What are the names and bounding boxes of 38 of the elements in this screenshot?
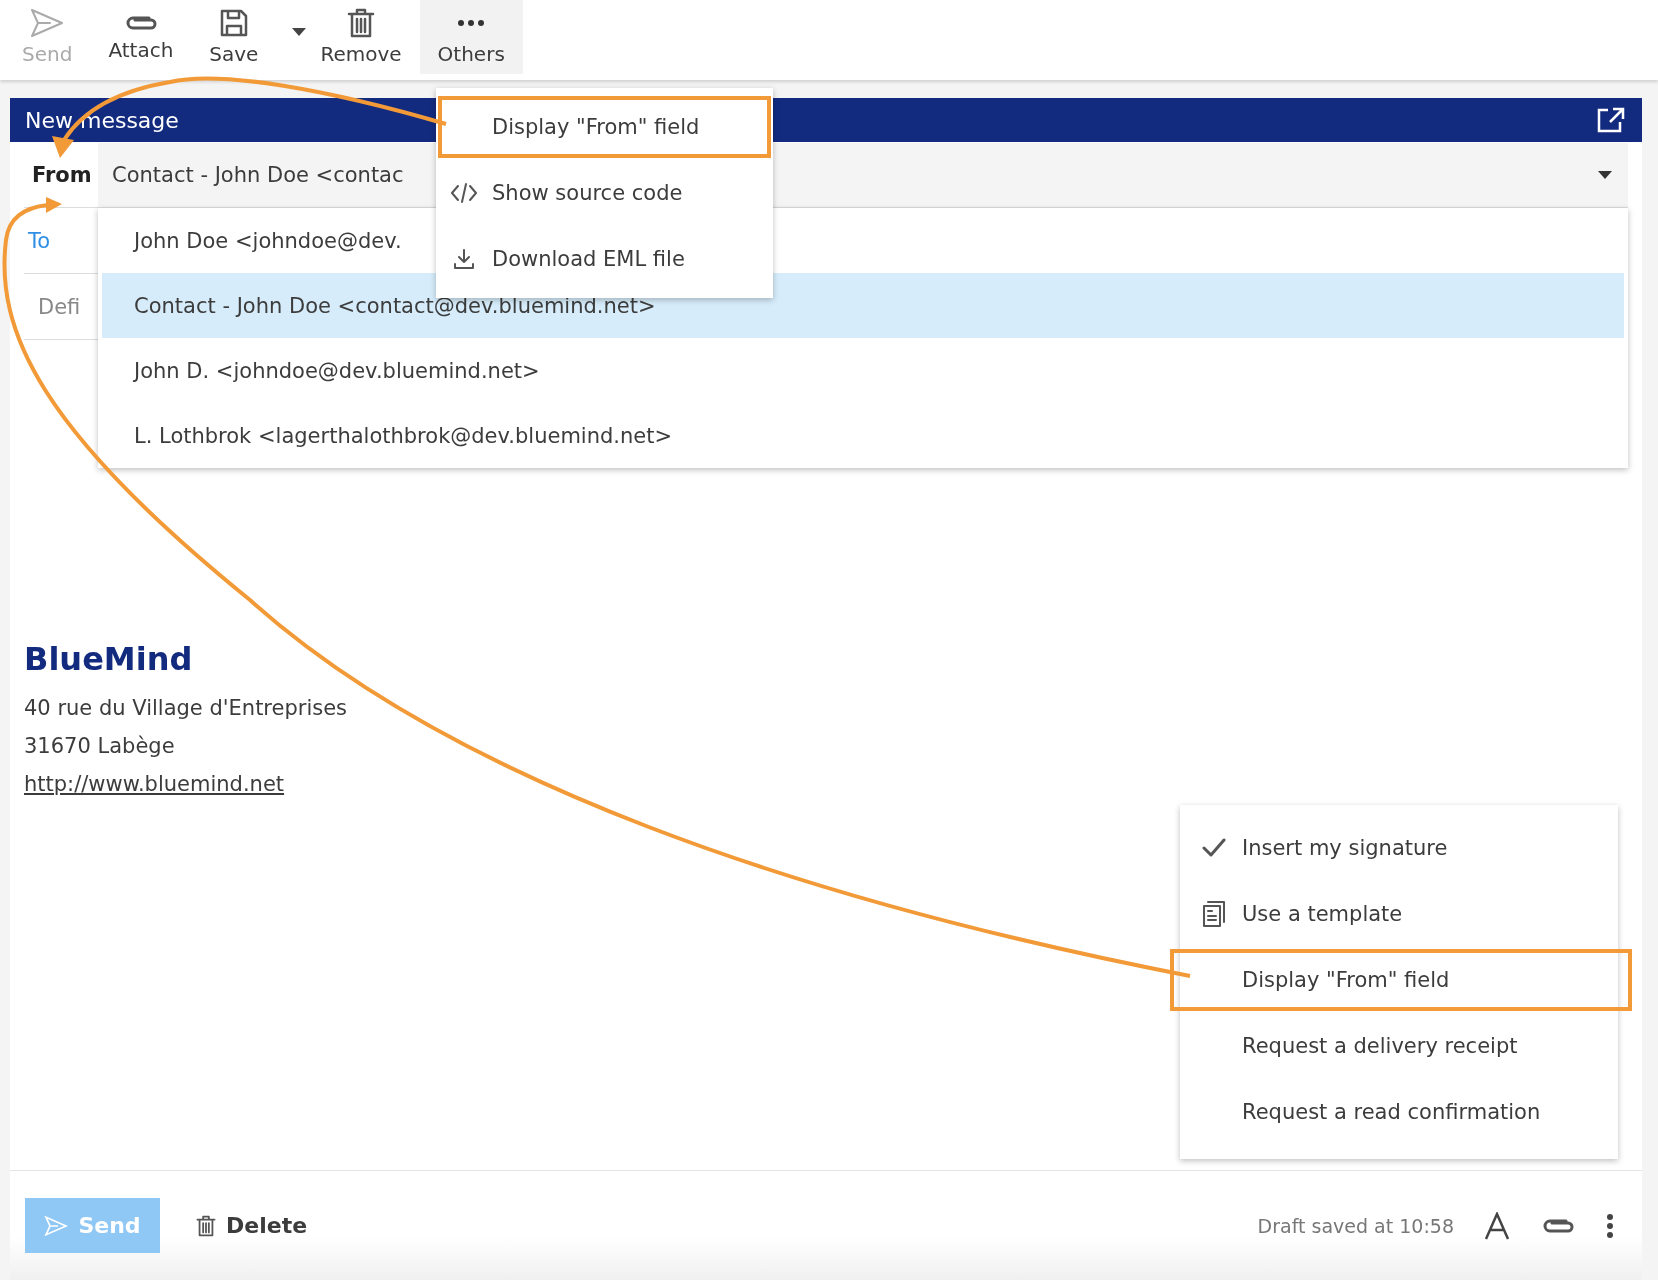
draft-status: Draft saved at 10:58	[1257, 1214, 1454, 1237]
select-value: Contact - John Doe <contac	[112, 162, 404, 187]
caret-icon	[1598, 170, 1612, 179]
pop-out-icon	[1596, 106, 1626, 134]
download-icon	[453, 248, 475, 270]
address-line: 40 rue du Village d'Entreprises	[24, 696, 349, 720]
toolbar-button[interactable]: Save	[191, 0, 303, 74]
menu-item[interactable]: Insert my signature	[1180, 815, 1618, 881]
from-option[interactable]: John D. <johndoe@dev.bluemind.net>	[102, 338, 552, 403]
field-label: To	[27, 228, 51, 253]
window-title: New message	[25, 107, 179, 133]
menu-item[interactable]: Request a read confirmation	[1180, 1079, 1618, 1145]
toolbar-button[interactable]: Attach	[90, 0, 192, 74]
from-option[interactable]: Contact - John Doe <contact@dev.bluemind.net>	[102, 273, 1624, 338]
address-line: 31670 Labège	[24, 734, 176, 758]
from-option[interactable]: L. Lothbrok <lagerthalothbrok@dev.bluemind.net>	[102, 403, 685, 468]
code-icon	[450, 181, 478, 205]
trash-icon	[196, 1214, 216, 1237]
menu-item[interactable]: Display "From" field	[1168, 947, 1634, 1013]
menu-item[interactable]: Use a template	[1180, 881, 1618, 947]
send-icon	[44, 1215, 69, 1236]
toolbar-button[interactable]: Remove	[302, 0, 420, 74]
field-label: From	[31, 162, 93, 187]
from-option[interactable]: John Doe <johndoe@dev.	[102, 208, 414, 273]
trash-icon	[347, 8, 375, 38]
more-icon	[457, 20, 486, 26]
more-button[interactable]	[1606, 1212, 1614, 1239]
kebab-icon	[1606, 1212, 1614, 1239]
save-icon	[218, 8, 249, 38]
website-link[interactable]: http://www.bluemind.net	[24, 772, 285, 796]
menu-item[interactable]: Request a delivery receipt	[1180, 1013, 1618, 1079]
delete-button[interactable]: Delete	[190, 1212, 314, 1239]
toolbar-button[interactable]: Others	[419, 0, 523, 74]
text-format-icon	[1484, 1211, 1510, 1240]
send-icon	[30, 8, 65, 38]
template-icon	[1202, 900, 1226, 928]
company-name: BlueMind	[24, 640, 194, 678]
text-format-button[interactable]	[1484, 1211, 1510, 1240]
